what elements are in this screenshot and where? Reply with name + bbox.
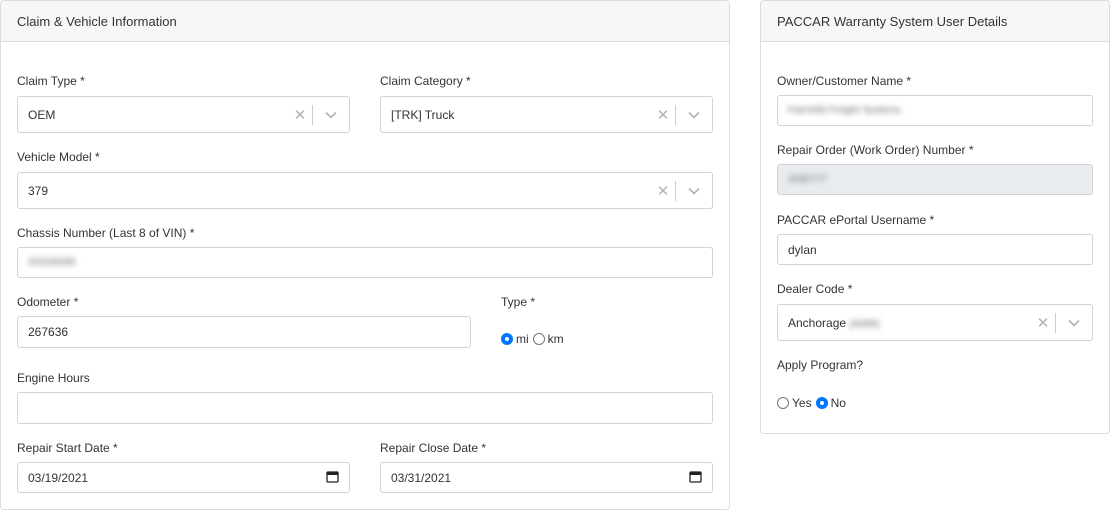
dealer-code-value: Anchorage (A999) — [778, 316, 1031, 330]
dealer-code-label: Dealer Code * — [777, 282, 853, 296]
user-details-card-title: PACCAR Warranty System User Details — [777, 13, 1008, 29]
odometer-input[interactable]: 267636 — [17, 316, 471, 348]
dealer-code-number: (A999) — [849, 318, 880, 330]
type-mi-label: mi — [516, 332, 529, 346]
repair-start-date-value: 03/19/2021 — [28, 470, 89, 485]
chevron-down-icon[interactable] — [313, 111, 349, 119]
repair-start-date-input[interactable]: 03/19/2021 — [17, 462, 350, 493]
engine-hours-label: Engine Hours — [17, 371, 90, 385]
odometer-label: Odometer * — [17, 295, 79, 309]
dealer-code-select[interactable]: Anchorage (A999) ✕ — [777, 304, 1093, 341]
claim-type-value: OEM — [28, 107, 56, 122]
type-radio-group: mi km — [501, 332, 568, 346]
odometer-value: 267636 — [28, 325, 69, 339]
engine-hours-input[interactable] — [17, 392, 713, 424]
user-details-card-header: PACCAR Warranty System User Details — [761, 1, 1109, 42]
close-icon[interactable]: ✕ — [1031, 314, 1055, 332]
dealer-code-name: Anchorage — [788, 315, 847, 330]
repair-close-date-input[interactable]: 03/31/2021 — [380, 462, 713, 493]
repair-order-label: Repair Order (Work Order) Number * — [777, 143, 974, 157]
claim-category-select[interactable]: [TRK] Truck ✕ — [380, 96, 713, 133]
chassis-number-value: XD536699 — [28, 257, 76, 268]
claim-type-select[interactable]: OEM ✕ — [17, 96, 350, 133]
close-icon[interactable]: ✕ — [288, 106, 312, 124]
chassis-number-input[interactable]: XD536699 — [17, 247, 713, 278]
apply-program-yes-label: Yes — [792, 396, 812, 410]
apply-program-no-radio[interactable] — [815, 397, 828, 409]
repair-close-date-label: Repair Close Date * — [380, 441, 487, 455]
repair-start-date-label: Repair Start Date * — [17, 441, 118, 455]
claim-vehicle-card-title: Claim & Vehicle Information — [17, 13, 177, 29]
username-input[interactable]: dylan — [777, 234, 1093, 265]
username-label: PACCAR ePortal Username * — [777, 213, 935, 227]
calendar-icon[interactable] — [689, 470, 702, 486]
chevron-down-icon[interactable] — [676, 111, 712, 119]
repair-order-input[interactable]: 3182777 — [777, 164, 1093, 195]
owner-name-value: Fairchild Freight Systems — [788, 105, 901, 116]
claim-vehicle-card-header: Claim & Vehicle Information — [1, 1, 729, 42]
chevron-down-icon[interactable] — [676, 187, 712, 195]
repair-close-date-value: 03/31/2021 — [391, 470, 452, 485]
type-label: Type * — [501, 295, 536, 309]
vehicle-model-label: Vehicle Model * — [17, 150, 100, 164]
chassis-number-label: Chassis Number (Last 8 of VIN) * — [17, 226, 195, 240]
chevron-down-icon[interactable] — [1056, 319, 1092, 327]
apply-program-label: Apply Program? — [777, 358, 864, 372]
calendar-icon[interactable] — [326, 470, 339, 486]
claim-category-value: [TRK] Truck — [391, 107, 455, 122]
apply-program-radio-group: Yes No — [777, 396, 850, 410]
apply-program-no-label: No — [830, 396, 846, 410]
repair-order-value: 3182777 — [788, 174, 827, 185]
vehicle-model-value: 379 — [28, 183, 49, 198]
owner-name-input[interactable]: Fairchild Freight Systems — [777, 95, 1093, 126]
type-km-radio[interactable] — [532, 333, 545, 345]
username-value: dylan — [788, 242, 817, 257]
apply-program-yes-radio[interactable] — [777, 397, 789, 409]
close-icon[interactable]: ✕ — [651, 182, 675, 200]
owner-name-label: Owner/Customer Name * — [777, 74, 912, 88]
close-icon[interactable]: ✕ — [651, 106, 675, 124]
type-km-label: km — [547, 332, 564, 346]
claim-type-label: Claim Type * — [17, 74, 85, 88]
vehicle-model-select[interactable]: 379 ✕ — [17, 172, 713, 209]
type-mi-radio[interactable] — [501, 333, 513, 345]
claim-category-label: Claim Category * — [380, 74, 471, 88]
